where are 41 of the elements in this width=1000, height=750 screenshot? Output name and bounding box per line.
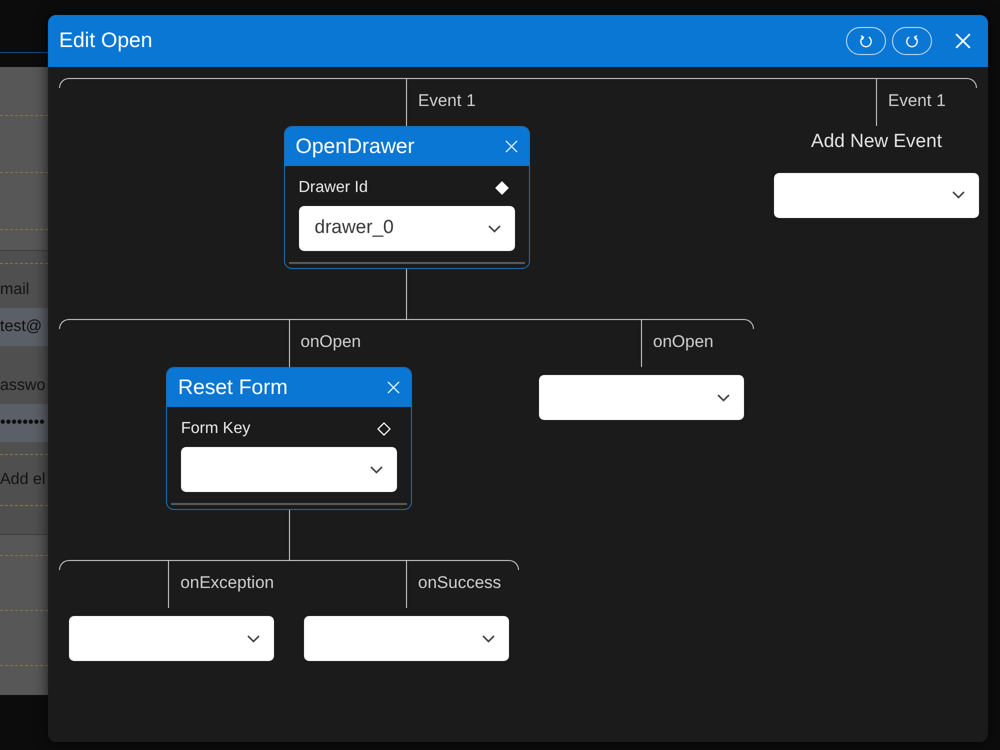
branch-label: Event 1 — [888, 90, 946, 112]
close-icon — [504, 140, 518, 153]
connector-line — [876, 78, 877, 126]
connector-line — [288, 510, 290, 560]
param-label: Form Key — [181, 418, 250, 438]
close-icon — [387, 381, 400, 394]
node-title: OpenDrawer — [296, 134, 415, 160]
close-button[interactable] — [387, 381, 400, 394]
close-button[interactable] — [504, 140, 518, 153]
circular-arrow-icon — [860, 34, 872, 48]
circular-arrow-icon — [906, 34, 918, 48]
close-icon — [955, 33, 971, 49]
add-link[interactable]: Add el — [0, 470, 48, 490]
chevron-icon — [247, 634, 260, 642]
chevron-icon — [488, 224, 500, 232]
text-field[interactable]: •••••••• — [0, 404, 48, 442]
branch-label: onOpen — [653, 331, 714, 354]
connector-line — [288, 319, 290, 367]
event-heading: Add New Event — [811, 130, 942, 154]
connector-line — [168, 560, 170, 608]
branch-label: onOpen — [300, 331, 361, 354]
window-title: Edit Open — [59, 28, 152, 54]
undo-button[interactable] — [846, 27, 886, 55]
connector-line — [406, 269, 407, 319]
chevron-icon — [717, 394, 730, 402]
branch-label: onException — [180, 572, 274, 594]
connector-line — [641, 319, 642, 367]
param-label: Drawer Id — [298, 178, 368, 198]
chevron-icon — [370, 466, 383, 474]
action-select[interactable]: drawer_0 — [298, 206, 514, 251]
branch-label: onSuccess — [418, 572, 502, 594]
redo-button[interactable] — [892, 27, 932, 55]
field-label: mail — [0, 280, 30, 300]
chevron-icon — [482, 634, 495, 642]
chevron-icon — [952, 191, 965, 199]
field-label: asswo — [0, 376, 46, 396]
branch-label: Event 1 — [418, 90, 476, 112]
connector-line — [406, 560, 407, 608]
text-field[interactable]: test@ — [0, 308, 48, 346]
node-title: Reset Form — [178, 374, 288, 401]
connector-line — [406, 78, 407, 126]
